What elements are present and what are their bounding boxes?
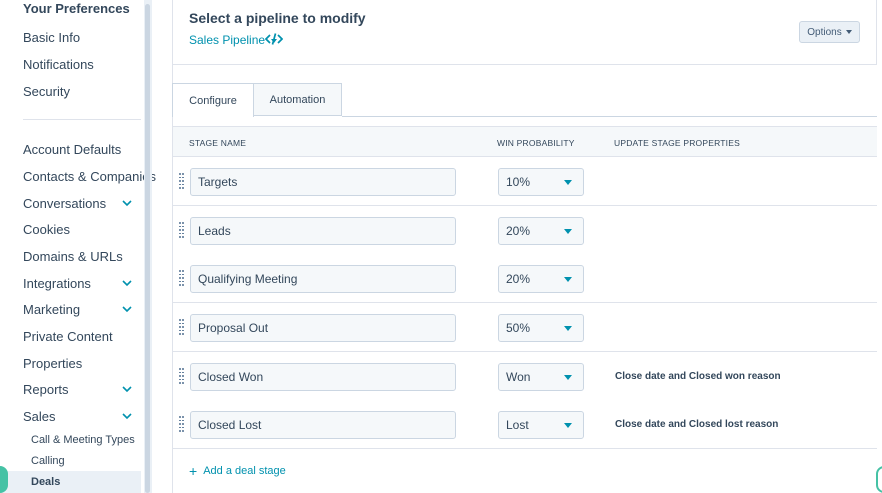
stage-name-input[interactable]: Targets	[190, 168, 456, 196]
sidebar-subitem-call-meeting-types[interactable]: Call & Meeting Types	[31, 434, 135, 446]
sidebar-scrollbar-thumb[interactable]	[145, 4, 150, 493]
sidebar-header-preferences[interactable]: Your Preferences	[23, 1, 130, 16]
sidebar-item-account-defaults[interactable]: Account Defaults	[23, 142, 121, 157]
chevron-down-icon[interactable]	[121, 277, 133, 289]
sidebar-item-sales[interactable]: Sales	[23, 409, 56, 424]
sidebar-item-integrations[interactable]: Integrations	[23, 276, 91, 291]
stage-name-input[interactable]: Leads	[190, 217, 456, 245]
win-probability-value: Won	[506, 370, 531, 384]
add-deal-stage-label: Add a deal stage	[203, 465, 286, 477]
help-widget-edge[interactable]	[876, 466, 882, 493]
sidebar-subitem-deals[interactable]: Deals	[31, 476, 60, 488]
chat-widget-edge[interactable]	[0, 466, 8, 493]
win-probability-value: 50%	[506, 321, 531, 335]
plus-icon: +	[189, 462, 198, 479]
table-row: Closed Lost Lost Close date and Closed l…	[172, 400, 877, 449]
chevron-down-icon[interactable]	[121, 197, 133, 209]
sidebar-item-domains-urls[interactable]: Domains & URLs	[23, 249, 123, 264]
win-probability-dropdown[interactable]: 10%	[498, 168, 584, 196]
win-probability-dropdown[interactable]: 50%	[498, 314, 584, 342]
sidebar-item-marketing[interactable]: Marketing	[23, 302, 80, 317]
add-deal-stage-button[interactable]: + Add a deal stage	[189, 462, 286, 479]
tab-automation-label: Automation	[269, 93, 326, 106]
sidebar-item-conversations[interactable]: Conversations	[23, 196, 106, 211]
column-header-win-probability: WIN PROBABILITY	[497, 138, 575, 148]
caret-down-icon	[564, 277, 572, 282]
sidebar-active-highlight	[0, 471, 141, 493]
options-button[interactable]: Options	[799, 21, 860, 43]
sidebar-item-cookies[interactable]: Cookies	[23, 222, 70, 237]
sidebar-item-notifications[interactable]: Notifications	[23, 57, 94, 72]
tabs-underline	[342, 116, 877, 117]
sidebar-item-properties[interactable]: Properties	[23, 356, 82, 371]
drag-handle-icon[interactable]	[179, 368, 184, 384]
stage-name-input[interactable]: Qualifying Meeting	[190, 265, 456, 293]
table-row: Leads 20%	[172, 206, 877, 255]
sidebar-item-security[interactable]: Security	[23, 84, 70, 99]
options-button-label: Options	[807, 26, 842, 38]
stage-name-input[interactable]: Proposal Out	[190, 314, 456, 342]
content-left-border	[172, 0, 173, 493]
sidebar-divider	[23, 119, 141, 120]
stage-properties-link[interactable]: Close date and Closed won reason	[615, 371, 781, 382]
win-probability-value: Lost	[506, 418, 529, 432]
drag-handle-icon[interactable]	[179, 222, 184, 238]
stage-name-input[interactable]: Closed Won	[190, 363, 456, 391]
table-row: Qualifying Meeting 20%	[172, 254, 877, 303]
drag-handle-icon[interactable]	[179, 270, 184, 286]
sidebar-item-basic-info[interactable]: Basic Info	[23, 30, 80, 45]
stage-name-input[interactable]: Closed Lost	[190, 411, 456, 439]
win-probability-dropdown[interactable]: Won	[498, 363, 584, 391]
sidebar-subitem-calling[interactable]: Calling	[31, 455, 65, 467]
pipeline-dropdown[interactable]: Sales Pipeline	[189, 33, 278, 47]
caret-down-icon	[564, 423, 572, 428]
column-header-update-properties: UPDATE STAGE PROPERTIES	[614, 138, 740, 148]
caret-down-icon	[564, 326, 572, 331]
sidebar-item-contacts-companies[interactable]: Contacts & Companies	[23, 169, 156, 184]
win-probability-value: 20%	[506, 272, 531, 286]
tab-configure[interactable]: Configure	[172, 83, 254, 117]
pipeline-dropdown-label: Sales Pipeline	[189, 33, 266, 47]
table-row: Closed Won Won Close date and Closed won…	[172, 352, 877, 401]
column-header-stage-name: STAGE NAME	[189, 138, 247, 148]
caret-down-icon	[564, 229, 572, 234]
tab-configure-label: Configure	[189, 94, 237, 107]
chevron-down-icon[interactable]	[121, 410, 133, 422]
chevron-down-icon[interactable]	[121, 383, 133, 395]
drag-handle-icon[interactable]	[179, 173, 184, 189]
code-icon[interactable]	[264, 32, 284, 46]
drag-handle-icon[interactable]	[179, 319, 184, 335]
stage-properties-link[interactable]: Close date and Closed lost reason	[615, 419, 778, 430]
sidebar-item-reports[interactable]: Reports	[23, 382, 69, 397]
table-row: Proposal Out 50%	[172, 303, 877, 352]
caret-down-icon	[845, 30, 852, 34]
win-probability-dropdown[interactable]: 20%	[498, 217, 584, 245]
drag-handle-icon[interactable]	[179, 416, 184, 432]
table-row: Targets 10%	[172, 157, 877, 206]
win-probability-value: 10%	[506, 175, 531, 189]
chevron-down-icon[interactable]	[121, 303, 133, 315]
tab-automation[interactable]: Automation	[254, 83, 342, 116]
page-title: Select a pipeline to modify	[189, 10, 366, 26]
caret-down-icon	[564, 180, 572, 185]
caret-down-icon	[564, 375, 572, 380]
settings-sidebar: Your Preferences Basic Info Notification…	[0, 0, 156, 493]
win-probability-dropdown[interactable]: Lost	[498, 411, 584, 439]
win-probability-value: 20%	[506, 224, 531, 238]
win-probability-dropdown[interactable]: 20%	[498, 265, 584, 293]
sidebar-item-private-content[interactable]: Private Content	[23, 329, 113, 344]
